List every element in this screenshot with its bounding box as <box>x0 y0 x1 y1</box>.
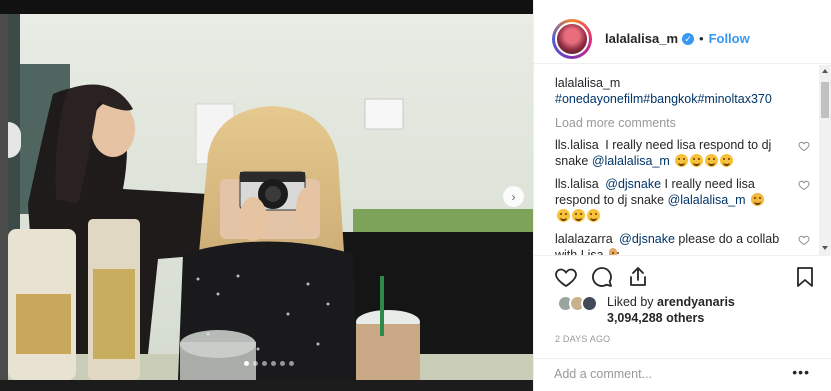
add-comment-bar: ••• <box>534 358 831 391</box>
comment-item: lls.lalisa I really need lisa respond to… <box>555 137 810 169</box>
carousel-dots <box>244 361 294 366</box>
post-photo[interactable] <box>8 14 533 380</box>
header-separator: • <box>699 31 704 46</box>
liked-by-prefix: Liked by <box>607 295 654 309</box>
scroll-up-arrow-icon[interactable] <box>822 69 828 73</box>
grinning-emoji-icon <box>572 209 585 222</box>
grinning-emoji-icon <box>587 209 600 222</box>
comment-username[interactable]: lls.lalisa <box>555 138 599 152</box>
post-photo-illustration <box>8 14 533 380</box>
liker-avatars[interactable] <box>557 295 598 312</box>
avatar-story-ring[interactable] <box>552 18 592 59</box>
carousel-dot <box>253 361 258 366</box>
sweat-smile-emoji-icon <box>751 193 765 206</box>
left-overlay-strip <box>0 14 8 391</box>
scrollbar-thumb[interactable] <box>821 82 829 118</box>
praying-hands-emoji-icon <box>609 248 618 255</box>
comment-item: lalalazarra @djsnake please do a collab … <box>555 231 810 255</box>
carousel-dot <box>244 361 249 366</box>
avatar[interactable] <box>555 21 589 56</box>
post-actions-bar <box>534 255 831 295</box>
grinning-emoji-icon <box>720 154 734 167</box>
caption-hashtags[interactable]: #onedayonefilm#bangkok#minoltax370 <box>555 92 810 106</box>
grinning-emoji-icon <box>690 154 704 167</box>
follow-button[interactable]: Follow <box>709 31 750 46</box>
share-icon[interactable] <box>626 265 650 289</box>
comment-like-heart-icon[interactable] <box>798 234 810 246</box>
post-header: lalalalisa_m ✓ • Follow <box>534 14 831 64</box>
comment-like-heart-icon[interactable] <box>798 140 810 152</box>
next-slide-button[interactable]: › <box>503 186 524 207</box>
likes-section: Liked by arendyanaris 3,094,288 others <box>534 294 831 328</box>
grinning-emoji-icon <box>675 154 689 167</box>
liked-by-count[interactable]: 3,094,288 others <box>607 311 704 325</box>
comment-mention[interactable]: @djsnake <box>605 177 661 191</box>
add-comment-input[interactable] <box>554 367 784 381</box>
carousel-dot <box>262 361 267 366</box>
comment-bubble-icon[interactable] <box>590 265 614 289</box>
carousel-dot <box>271 361 276 366</box>
bookmark-icon[interactable] <box>793 265 817 289</box>
chevron-right-icon: › <box>511 189 516 204</box>
post-username[interactable]: lalalalisa_m <box>605 31 678 46</box>
carousel-dot <box>289 361 294 366</box>
comment-username[interactable]: lls.lalisa <box>555 177 599 191</box>
grinning-emoji-icon <box>557 209 570 222</box>
grinning-emoji-icon <box>705 154 719 167</box>
comment-mention[interactable]: @djsnake <box>619 232 675 246</box>
comment-item: lls.lalisa @djsnake I really need lisa r… <box>555 176 810 224</box>
verified-badge-icon: ✓ <box>682 32 694 45</box>
liked-by-text: Liked by arendyanaris 3,094,288 others <box>607 294 735 326</box>
carousel-dot <box>280 361 285 366</box>
liked-by-user[interactable]: arendyanaris <box>657 295 735 309</box>
comment-like-heart-icon[interactable] <box>798 179 810 191</box>
liker-avatar <box>581 295 598 312</box>
caption-username[interactable]: lalalalisa_m <box>555 76 810 90</box>
comment-username[interactable]: lalalazarra <box>555 232 613 246</box>
comment-mention[interactable]: @lalalalisa_m <box>592 154 670 168</box>
load-more-comments-button[interactable]: Load more comments <box>555 116 810 130</box>
scroll-down-arrow-icon[interactable] <box>822 246 828 250</box>
bottom-overlay-strip <box>0 380 533 391</box>
comments-list[interactable]: lalalalisa_m #onedayonefilm#bangkok#mino… <box>534 65 831 255</box>
more-options-button[interactable]: ••• <box>792 364 810 380</box>
post-timestamp[interactable]: 2 DAYS AGO <box>555 334 610 344</box>
comment-mention[interactable]: @lalalalisa_m <box>668 193 746 207</box>
heart-icon[interactable] <box>554 265 578 289</box>
comments-scrollbar[interactable] <box>819 65 831 255</box>
post-side-panel: lalalalisa_m ✓ • Follow lalalalisa_m #on… <box>533 0 831 391</box>
